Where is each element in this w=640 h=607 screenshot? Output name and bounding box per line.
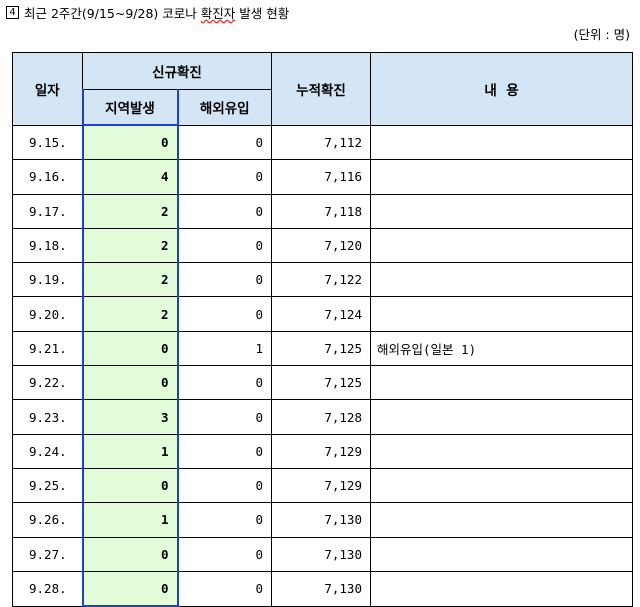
note-cell bbox=[370, 433, 633, 469]
local-cell: 0 bbox=[81, 570, 179, 607]
imported-cell: 0 bbox=[177, 502, 272, 538]
title-prefix: 최근 2주간(9/15~9/28) 코로나 bbox=[24, 5, 201, 21]
note-cell bbox=[370, 399, 633, 435]
local-cell: 2 bbox=[81, 193, 179, 229]
note-cell bbox=[370, 159, 633, 195]
header-date: 일자 bbox=[12, 52, 83, 126]
local-cell: 1 bbox=[81, 433, 179, 469]
title-suffix: 발생 현황 bbox=[235, 5, 290, 21]
cumulative-cell: 7,112 bbox=[271, 124, 371, 161]
note-cell bbox=[370, 536, 633, 572]
imported-cell: 1 bbox=[177, 330, 272, 367]
imported-cell: 0 bbox=[177, 296, 272, 332]
note-cell bbox=[370, 124, 633, 161]
note-cell bbox=[370, 227, 633, 264]
note-cell bbox=[370, 467, 633, 504]
imported-cell: 0 bbox=[177, 570, 272, 607]
local-cell: 0 bbox=[81, 365, 179, 401]
date-cell: 9.16. bbox=[12, 159, 83, 195]
note-cell bbox=[370, 365, 633, 401]
imported-cell: 0 bbox=[177, 467, 272, 504]
local-cell: 4 bbox=[81, 159, 179, 195]
table-row: 9.18. 2 0 7,120 bbox=[12, 227, 633, 264]
section-title: 4 최근 2주간(9/15~9/28) 코로나 확진자 발생 현황 bbox=[6, 3, 289, 21]
cumulative-cell: 7,129 bbox=[271, 433, 371, 469]
cumulative-cell: 7,130 bbox=[271, 502, 371, 538]
cumulative-cell: 7,120 bbox=[271, 227, 371, 264]
date-cell: 9.19. bbox=[12, 262, 83, 298]
note-cell bbox=[370, 570, 633, 607]
header-imported: 해외유입 bbox=[177, 89, 272, 126]
cumulative-cell: 7,118 bbox=[271, 193, 371, 229]
confirmed-cases-table: 일자 신규확진 누적확진 내 용 지역발생 해외유입 9.15. 0 0 7,112 9… bbox=[12, 52, 633, 607]
local-cell: 2 bbox=[81, 227, 179, 264]
note-cell bbox=[370, 193, 633, 229]
date-cell: 9.17. bbox=[12, 193, 83, 229]
date-cell: 9.24. bbox=[12, 433, 83, 469]
imported-cell: 0 bbox=[177, 124, 272, 161]
local-cell: 0 bbox=[81, 467, 179, 504]
local-cell: 0 bbox=[81, 330, 179, 367]
header-cumulative: 누적확진 bbox=[271, 52, 371, 126]
date-cell: 9.28. bbox=[12, 570, 83, 607]
table-row: 9.26. 1 0 7,130 bbox=[12, 502, 633, 538]
imported-cell: 0 bbox=[177, 365, 272, 401]
cumulative-cell: 7,130 bbox=[271, 536, 371, 572]
cumulative-cell: 7,125 bbox=[271, 365, 371, 401]
table-row: 9.19. 2 0 7,122 bbox=[12, 262, 633, 298]
date-cell: 9.15. bbox=[12, 124, 83, 161]
imported-cell: 0 bbox=[177, 399, 272, 435]
local-cell: 2 bbox=[81, 296, 179, 332]
date-cell: 9.27. bbox=[12, 536, 83, 572]
note-cell: 해외유입(일본 1) bbox=[370, 330, 633, 367]
cumulative-cell: 7,130 bbox=[271, 570, 371, 607]
section-number-box: 4 bbox=[6, 5, 19, 19]
cumulative-cell: 7,129 bbox=[271, 467, 371, 504]
table-row: 9.24. 1 0 7,129 bbox=[12, 433, 633, 469]
cumulative-cell: 7,125 bbox=[271, 330, 371, 367]
table-row: 9.23. 3 0 7,128 bbox=[12, 399, 633, 435]
imported-cell: 0 bbox=[177, 159, 272, 195]
cumulative-cell: 7,124 bbox=[271, 296, 371, 332]
date-cell: 9.21. bbox=[12, 330, 83, 367]
cumulative-cell: 7,128 bbox=[271, 399, 371, 435]
local-cell: 2 bbox=[81, 262, 179, 298]
unit-label: (단위 : 명) bbox=[573, 27, 630, 42]
date-cell: 9.23. bbox=[12, 399, 83, 435]
imported-cell: 0 bbox=[177, 262, 272, 298]
local-cell: 0 bbox=[81, 536, 179, 572]
note-cell bbox=[370, 296, 633, 332]
table-row: 9.28. 0 0 7,130 bbox=[12, 570, 633, 607]
imported-cell: 0 bbox=[177, 227, 272, 264]
table-row: 9.27. 0 0 7,130 bbox=[12, 536, 633, 572]
table-row: 9.22. 0 0 7,125 bbox=[12, 365, 633, 401]
date-cell: 9.20. bbox=[12, 296, 83, 332]
note-cell bbox=[370, 502, 633, 538]
header-new-confirmed: 신규확진 bbox=[82, 52, 272, 90]
table-row: 9.15. 0 0 7,112 bbox=[12, 124, 633, 161]
cumulative-cell: 7,122 bbox=[271, 262, 371, 298]
date-cell: 9.22. bbox=[12, 365, 83, 401]
table-row: 9.16. 4 0 7,116 bbox=[12, 159, 633, 195]
date-cell: 9.18. bbox=[12, 227, 83, 264]
note-cell bbox=[370, 262, 633, 298]
table-row: 9.25. 0 0 7,129 bbox=[12, 467, 633, 504]
table-row: 9.21. 0 1 7,125 해외유입(일본 1) bbox=[12, 330, 633, 367]
local-cell: 3 bbox=[81, 399, 179, 435]
imported-cell: 0 bbox=[177, 433, 272, 469]
local-cell: 1 bbox=[81, 502, 179, 538]
local-cell: 0 bbox=[81, 124, 179, 161]
header-content: 내 용 bbox=[370, 52, 633, 126]
cumulative-cell: 7,116 bbox=[271, 159, 371, 195]
title-underlined-word: 확진자 bbox=[200, 5, 236, 21]
header-local: 지역발생 bbox=[81, 89, 179, 126]
table-row: 9.20. 2 0 7,124 bbox=[12, 296, 633, 332]
imported-cell: 0 bbox=[177, 193, 272, 229]
date-cell: 9.25. bbox=[12, 467, 83, 504]
table-row: 9.17. 2 0 7,118 bbox=[12, 193, 633, 229]
date-cell: 9.26. bbox=[12, 502, 83, 538]
imported-cell: 0 bbox=[177, 536, 272, 572]
